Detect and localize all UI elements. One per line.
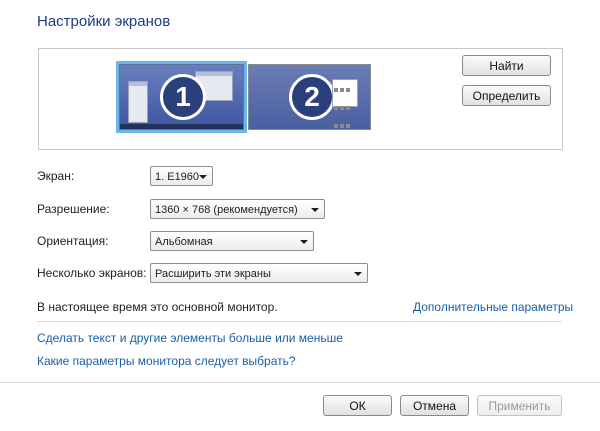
which-params-link[interactable]: Какие параметры монитора следует выбрать… — [37, 354, 296, 368]
display-select[interactable]: 1. E1960 — [150, 166, 213, 186]
multiple-displays-select-value: Расширить эти экраны — [155, 268, 271, 280]
chevron-down-icon — [300, 240, 308, 244]
multiple-displays-label: Несколько экранов: — [37, 266, 147, 280]
chevron-down-icon — [311, 208, 319, 212]
orientation-select-value: Альбомная — [155, 236, 213, 248]
chevron-down-icon — [354, 272, 362, 276]
cancel-button[interactable]: Отмена — [400, 395, 469, 416]
page-title: Настройки экранов — [37, 13, 171, 30]
chevron-down-icon — [199, 175, 207, 179]
monitor-1-thumbnail[interactable]: 1 — [116, 61, 247, 133]
monitor-2-number: 2 — [289, 74, 335, 120]
identify-button[interactable]: Определить — [462, 85, 551, 106]
text-size-link[interactable]: Сделать текст и другие элементы больше и… — [37, 331, 343, 345]
display-label: Экран: — [37, 169, 75, 183]
footer-divider — [0, 382, 600, 383]
resolution-select[interactable]: 1360 × 768 (рекомендуется) — [150, 199, 325, 219]
mini-window-icon — [128, 81, 148, 123]
mini-calculator-icon — [332, 79, 358, 128]
multiple-displays-select[interactable]: Расширить эти экраны — [150, 263, 368, 283]
monitor-1-number: 1 — [160, 74, 206, 120]
monitor-2-thumbnail[interactable]: 2 — [248, 64, 371, 130]
ok-button[interactable]: ОК — [323, 395, 392, 416]
display-select-value: 1. E1960 — [155, 171, 200, 183]
monitor-preview-area: 1 2 Найти Определить — [38, 48, 563, 150]
apply-button[interactable]: Применить — [477, 395, 562, 416]
resolution-select-value: 1360 × 768 (рекомендуется) — [155, 204, 298, 216]
resolution-label: Разрешение: — [37, 202, 110, 216]
mini-taskbar — [120, 124, 243, 129]
main-monitor-status: В настоящее время это основной монитор. — [37, 300, 278, 314]
find-button[interactable]: Найти — [462, 55, 551, 76]
orientation-select[interactable]: Альбомная — [150, 231, 314, 251]
orientation-label: Ориентация: — [37, 234, 109, 248]
divider — [37, 321, 562, 322]
advanced-settings-link[interactable]: Дополнительные параметры — [413, 300, 573, 314]
